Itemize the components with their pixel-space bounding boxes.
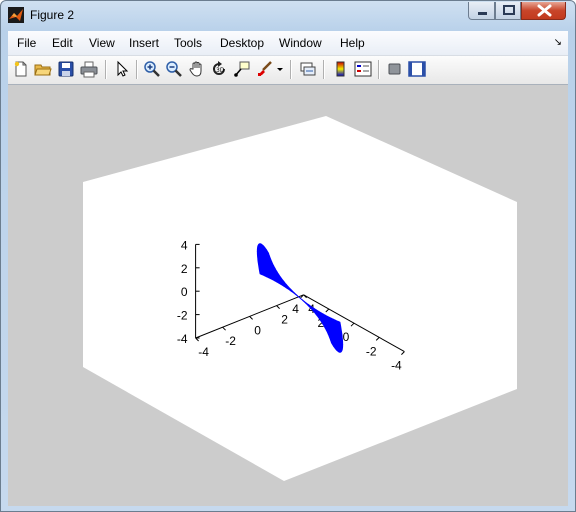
y-tick-label: -4 (391, 359, 402, 373)
toolbar-separator (290, 60, 292, 79)
svg-text:3D: 3D (216, 67, 225, 74)
menu-desktop[interactable]: Desktop (220, 36, 264, 50)
data-cursor-icon[interactable] (233, 60, 251, 78)
maximize-button[interactable] (495, 2, 521, 20)
figure-canvas: -4-2024-4-2024-4-2024 (8, 85, 568, 506)
save-icon[interactable] (57, 60, 75, 78)
link-plot-icon[interactable] (299, 60, 317, 78)
zoom-out-icon[interactable] (165, 60, 183, 78)
z-tick-label: -2 (177, 309, 188, 323)
window-title: Figure 2 (30, 8, 75, 22)
brush-icon[interactable] (256, 60, 274, 78)
z-tick-label: 4 (181, 238, 188, 252)
minimize-icon (478, 12, 487, 15)
toolbar-separator (136, 60, 138, 79)
new-figure-icon[interactable] (12, 60, 30, 78)
z-tick-label: -4 (177, 332, 188, 346)
rotate-3d-icon[interactable]: 3D (210, 60, 228, 78)
pan-hand-icon[interactable] (188, 60, 206, 78)
z-tick-label: 0 (181, 285, 188, 299)
toolbar-separator (378, 60, 380, 79)
toolbar-separator (105, 60, 107, 79)
dock-arrow-icon[interactable]: ↘ (554, 37, 562, 48)
menu-insert[interactable]: Insert (129, 36, 159, 50)
menu-view[interactable]: View (89, 36, 115, 50)
x-tick-label: -2 (225, 334, 236, 348)
menu-bar: File Edit View Insert Tools Desktop Wind… (8, 31, 568, 55)
hide-plot-tools-icon[interactable] (386, 60, 404, 78)
x-tick-label: 2 (281, 313, 288, 327)
menu-tools[interactable]: Tools (174, 36, 202, 50)
matlab-logo-icon (8, 7, 24, 23)
show-plot-tools-icon[interactable] (408, 60, 426, 78)
menu-help[interactable]: Help (340, 36, 365, 50)
x-tick-label: -4 (198, 345, 209, 359)
window-client: File Edit View Insert Tools Desktop Wind… (8, 31, 568, 506)
x-tick-label: 0 (254, 323, 261, 337)
print-icon[interactable] (80, 60, 98, 78)
menu-file[interactable]: File (17, 36, 36, 50)
figure-toolbar: 3D (8, 55, 568, 85)
title-bar[interactable]: Figure 2 (1, 1, 575, 31)
minimize-button[interactable] (468, 2, 495, 20)
toolbar-separator (323, 60, 325, 79)
menu-edit[interactable]: Edit (52, 36, 73, 50)
open-file-icon[interactable] (34, 60, 52, 78)
insert-legend-icon[interactable] (354, 60, 372, 78)
brush-dropdown-icon[interactable] (276, 60, 284, 78)
y-tick-label: 0 (343, 330, 350, 344)
figure-window: Figure 2 File Edit View Insert Tools Des… (0, 0, 576, 512)
edit-plot-arrow-icon[interactable] (113, 60, 131, 78)
y-tick-label: 4 (292, 302, 299, 316)
menu-window[interactable]: Window (279, 36, 322, 50)
axes-3d[interactable]: -4-2024-4-2024-4-2024 (8, 85, 568, 506)
maximize-icon (503, 5, 515, 15)
z-tick-label: 2 (181, 262, 188, 276)
close-button[interactable] (521, 2, 566, 20)
zoom-in-icon[interactable] (143, 60, 161, 78)
y-tick-label: -2 (366, 344, 377, 358)
insert-colorbar-icon[interactable] (332, 60, 350, 78)
close-icon (537, 4, 552, 17)
